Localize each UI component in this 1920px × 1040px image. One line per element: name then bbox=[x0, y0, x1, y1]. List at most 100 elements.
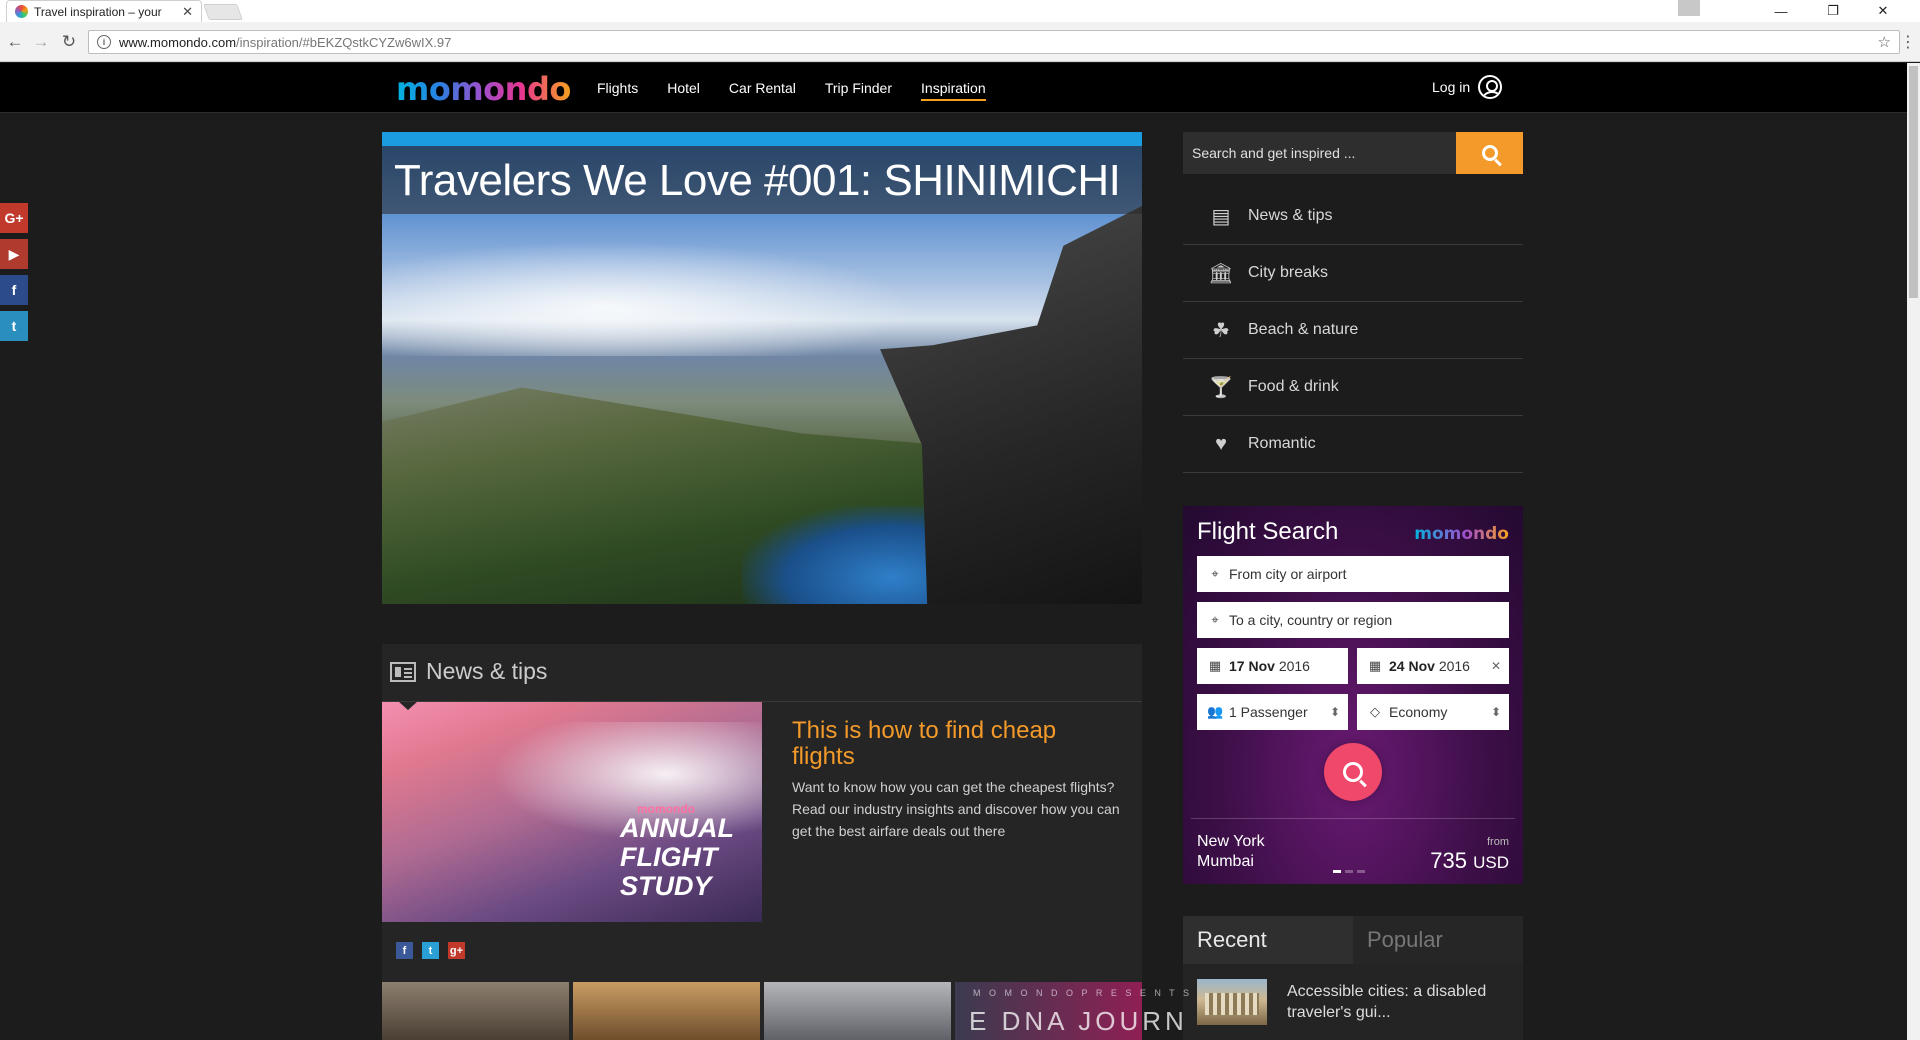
category-label: News & tips bbox=[1248, 207, 1333, 224]
article-thumbnail[interactable] bbox=[382, 982, 569, 1040]
carousel-dot[interactable] bbox=[1357, 870, 1365, 873]
nav-trip-finder[interactable]: Trip Finder bbox=[825, 63, 892, 113]
flight-search-header: Flight Search momondo bbox=[1197, 518, 1509, 546]
recent-item[interactable]: Accessible cities: a disabled traveler's… bbox=[1183, 964, 1523, 1040]
category-label: City breaks bbox=[1248, 264, 1329, 281]
url-input[interactable]: i www.momondo.com/inspiration/#bEKZQstkC… bbox=[88, 30, 1900, 54]
hero-article[interactable]: Travelers We Love #001: SHINIMICHI bbox=[382, 132, 1142, 604]
youtube-icon[interactable]: ▶ bbox=[0, 239, 28, 269]
deal-from-label: from bbox=[1487, 836, 1509, 848]
category-news-tips[interactable]: ▤ News & tips bbox=[1183, 188, 1523, 245]
browser-tabbar: Travel inspiration – your ✕ — ❐ ✕ bbox=[0, 0, 1920, 22]
passenger-icon: 👥 bbox=[1207, 704, 1224, 719]
forward-icon[interactable]: → bbox=[30, 31, 52, 53]
google-plus-share-icon[interactable]: g+ bbox=[448, 942, 465, 959]
depart-date-field[interactable]: ▦ 17 Nov 2016 bbox=[1197, 648, 1348, 684]
building-icon: 🏛 bbox=[1208, 262, 1234, 285]
facebook-share-icon[interactable]: f bbox=[396, 942, 413, 959]
cabin-select[interactable]: ◇ Economy ⬍ bbox=[1357, 694, 1509, 730]
image-study-text: ANNUAL FLIGHT STUDY bbox=[620, 813, 734, 901]
inspiration-search-input[interactable] bbox=[1183, 132, 1456, 174]
category-food-drink[interactable]: 🍸 Food & drink bbox=[1183, 359, 1523, 416]
to-placeholder: To a city, country or region bbox=[1229, 612, 1393, 628]
search-icon bbox=[1481, 145, 1498, 161]
to-field[interactable]: ⌖ To a city, country or region bbox=[1197, 602, 1509, 638]
category-label: Romantic bbox=[1248, 435, 1316, 452]
hero-title[interactable]: Travelers We Love #001: SHINIMICHI bbox=[394, 156, 1121, 206]
return-date-field[interactable]: ▦ 24 Nov 2016 ✕ bbox=[1357, 648, 1509, 684]
passenger-value: 1 Passenger bbox=[1229, 704, 1308, 720]
twitter-share-icon[interactable]: t bbox=[422, 942, 439, 959]
nav-car-rental[interactable]: Car Rental bbox=[729, 63, 796, 113]
tab-title: Travel inspiration – your bbox=[34, 4, 162, 19]
news-article-description: Want to know how you can get the cheapes… bbox=[792, 779, 1120, 839]
category-city-breaks[interactable]: 🏛 City breaks bbox=[1183, 245, 1523, 302]
favicon-icon bbox=[15, 5, 28, 18]
twitter-icon[interactable]: t bbox=[0, 311, 28, 341]
close-window-button[interactable]: ✕ bbox=[1860, 0, 1906, 22]
article-share: f t g+ bbox=[396, 942, 465, 959]
site-header: momondo Flights Hotel Car Rental Trip Fi… bbox=[0, 63, 1907, 113]
bookmark-star-icon[interactable]: ☆ bbox=[1878, 33, 1891, 51]
from-field[interactable]: ⌖ From city or airport bbox=[1197, 556, 1509, 592]
article-thumbnail[interactable] bbox=[573, 982, 760, 1040]
carousel-dot[interactable] bbox=[1333, 870, 1341, 873]
scrollbar-thumb[interactable] bbox=[1909, 66, 1918, 298]
browser-tab[interactable]: Travel inspiration – your ✕ bbox=[6, 0, 202, 22]
depart-year: 2016 bbox=[1278, 658, 1310, 674]
minimize-button[interactable]: — bbox=[1758, 0, 1804, 22]
carousel-dot[interactable] bbox=[1345, 870, 1353, 873]
deal-amount: 735 USD bbox=[1430, 848, 1509, 874]
momondo-logo[interactable]: momondo bbox=[396, 73, 571, 105]
flipflops-icon: ☘ bbox=[1212, 319, 1230, 342]
hero-cloud bbox=[382, 236, 942, 356]
deal-to-city: Mumbai bbox=[1197, 853, 1254, 870]
notch bbox=[398, 702, 418, 710]
select-arrows-icon: ⬍ bbox=[1329, 705, 1340, 719]
deal-price[interactable]: from 735 USD bbox=[1430, 836, 1509, 874]
category-list: ▤ News & tips 🏛 City breaks ☘ Beach & na… bbox=[1183, 188, 1523, 473]
site-info-icon[interactable]: i bbox=[97, 35, 111, 49]
facebook-icon[interactable]: f bbox=[0, 275, 28, 305]
back-icon[interactable]: ← bbox=[4, 31, 26, 53]
return-year: 2016 bbox=[1438, 658, 1470, 674]
browser-menu-icon[interactable]: ⋮ bbox=[1900, 32, 1916, 52]
address-bar: ← → ↻ i www.momondo.com/inspiration/#bEK… bbox=[0, 22, 1920, 62]
category-beach-nature[interactable]: ☘ Beach & nature bbox=[1183, 302, 1523, 359]
nav-hotel[interactable]: Hotel bbox=[667, 63, 700, 113]
newspaper-icon: ▤ bbox=[1211, 205, 1231, 228]
news-article-image[interactable]: momondo ANNUAL FLIGHT STUDY bbox=[382, 702, 762, 922]
profile-icon[interactable] bbox=[1678, 0, 1700, 16]
page-scrollbar[interactable] bbox=[1907, 63, 1920, 1040]
deal-from-city: New York bbox=[1197, 833, 1265, 850]
login-button[interactable]: Log in bbox=[1432, 75, 1503, 99]
news-heading[interactable]: News & tips bbox=[390, 658, 547, 685]
from-placeholder: From city or airport bbox=[1229, 566, 1347, 582]
recent-popular-tabs: Recent Popular bbox=[1183, 916, 1523, 964]
article-thumbnails: M O M O N D O P R E S E N T S E DNA JOUR… bbox=[382, 982, 1189, 1040]
google-plus-icon[interactable]: G+ bbox=[0, 203, 28, 233]
new-tab-button[interactable] bbox=[203, 4, 243, 20]
tag-icon: ◇ bbox=[1370, 704, 1380, 719]
nav-flights[interactable]: Flights bbox=[597, 63, 638, 113]
tab-close-icon[interactable]: ✕ bbox=[182, 4, 193, 20]
return-day: 24 Nov bbox=[1389, 658, 1435, 674]
inspiration-search-button[interactable] bbox=[1456, 132, 1523, 174]
tab-popular[interactable]: Popular bbox=[1353, 916, 1523, 964]
cabin-value: Economy bbox=[1389, 704, 1448, 720]
newspaper-icon bbox=[390, 661, 416, 682]
login-label: Log in bbox=[1432, 79, 1471, 95]
restore-button[interactable]: ❐ bbox=[1810, 0, 1856, 22]
article-thumbnail[interactable] bbox=[764, 982, 951, 1040]
deal-route[interactable]: New York Mumbai bbox=[1197, 832, 1265, 872]
reload-icon[interactable]: ↻ bbox=[58, 31, 80, 53]
article-thumbnail[interactable]: M O M O N D O P R E S E N T S E DNA JOUR… bbox=[955, 982, 1189, 1040]
nav-inspiration[interactable]: Inspiration bbox=[921, 63, 986, 113]
passenger-select[interactable]: 👥 1 Passenger ⬍ bbox=[1197, 694, 1348, 730]
clear-return-icon[interactable]: ✕ bbox=[1491, 659, 1501, 673]
tab-recent[interactable]: Recent bbox=[1183, 916, 1353, 964]
flight-search-logo: momondo bbox=[1414, 524, 1509, 544]
flight-search-button[interactable] bbox=[1324, 743, 1382, 801]
news-article-title[interactable]: This is how to find cheap flights bbox=[792, 718, 1112, 770]
category-romantic[interactable]: ♥ Romantic bbox=[1183, 416, 1523, 473]
